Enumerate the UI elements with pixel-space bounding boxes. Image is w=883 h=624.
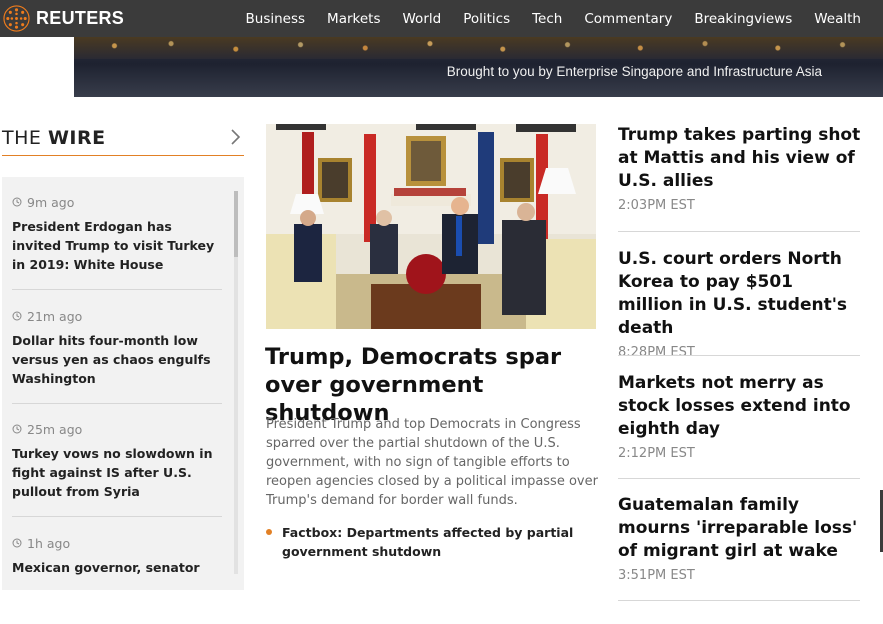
wire-item-time: 25m ago <box>12 420 224 438</box>
wire-item[interactable]: 21m ago Dollar hits four-month low versu… <box>12 307 224 388</box>
clock-icon <box>12 311 22 321</box>
nav-item-tech[interactable]: Tech <box>532 11 562 27</box>
nav-item-markets[interactable]: Markets <box>327 11 380 27</box>
reuters-logo-icon <box>3 5 30 32</box>
story-time: 8:28PM EST <box>618 345 695 360</box>
story-divider <box>618 478 860 479</box>
wire-item-headline[interactable]: Dollar hits four-month low versus yen as… <box>12 331 224 388</box>
wire-divider <box>12 289 222 290</box>
wire-item-time: 21m ago <box>12 307 224 325</box>
story-item[interactable]: Guatemalan family mourns 'irreparable lo… <box>618 494 863 583</box>
story-time: 2:12PM EST <box>618 446 695 461</box>
wire-item[interactable]: 1h ago Mexican governor, senator <box>12 534 224 577</box>
factbox-link[interactable]: Factbox: Departments affected by partial… <box>266 523 596 561</box>
nav-item-politics[interactable]: Politics <box>463 11 510 27</box>
wire-item[interactable]: 9m ago President Erdogan has invited Tru… <box>12 193 224 274</box>
wire-title-prefix: THE <box>2 127 42 149</box>
story-time: 2:03PM EST <box>618 198 695 213</box>
wire-divider <box>12 516 222 517</box>
nav-item-business[interactable]: Business <box>246 11 306 27</box>
wire-header[interactable]: THE WIRE <box>2 124 244 156</box>
story-item[interactable]: Trump takes parting shot at Mattis and h… <box>618 124 863 213</box>
story-time: 3:51PM EST <box>618 568 695 583</box>
nav-item-wealth[interactable]: Wealth <box>814 11 861 27</box>
story-headline[interactable]: U.S. court orders North Korea to pay $50… <box>618 248 863 340</box>
banner-text: Brought to you by Enterprise Singapore a… <box>446 64 822 79</box>
clock-icon <box>12 538 22 548</box>
nav-item-breakingviews[interactable]: Breakingviews <box>694 11 792 27</box>
story-item[interactable]: U.S. court orders North Korea to pay $50… <box>618 248 863 360</box>
story-headline[interactable]: Trump takes parting shot at Mattis and h… <box>618 124 863 193</box>
wire-item-time-text: 21m ago <box>27 308 83 324</box>
hero-image[interactable] <box>266 124 596 329</box>
main-nav: Business Markets World Politics Tech Com… <box>224 0 861 37</box>
wire-scrollbar[interactable] <box>234 191 238 574</box>
top-nav-bar: REUTERS Business Markets World Politics … <box>0 0 883 37</box>
hero-photo <box>266 124 596 329</box>
wire-item-time-text: 1h ago <box>27 535 71 551</box>
clock-icon <box>12 424 22 434</box>
wire-item-time-text: 25m ago <box>27 421 83 437</box>
sponsor-banner[interactable]: Brought to you by Enterprise Singapore a… <box>74 37 883 97</box>
nav-item-world[interactable]: World <box>403 11 442 27</box>
wire-item-headline[interactable]: Turkey vows no slowdown in fight against… <box>12 444 224 501</box>
chevron-right-icon[interactable] <box>228 128 242 146</box>
story-headline[interactable]: Guatemalan family mourns 'irreparable lo… <box>618 494 863 563</box>
wire-item-time-text: 9m ago <box>27 194 75 210</box>
wire-item-time: 9m ago <box>12 193 224 211</box>
wire-item-time: 1h ago <box>12 534 224 552</box>
factbox-text[interactable]: Factbox: Departments affected by partial… <box>282 523 596 561</box>
bullet-icon <box>266 529 272 535</box>
wire-title: THE WIRE <box>2 127 106 149</box>
story-item[interactable]: Markets not merry as stock losses extend… <box>618 372 863 461</box>
reuters-logo[interactable]: REUTERS <box>3 4 124 33</box>
banner-cityscape-image <box>74 37 883 59</box>
wire-divider <box>12 403 222 404</box>
brand-name: REUTERS <box>36 8 125 28</box>
story-divider <box>618 355 860 356</box>
wire-list[interactable]: 9m ago President Erdogan has invited Tru… <box>2 177 244 590</box>
wire-item-headline[interactable]: Mexican governor, senator <box>12 558 224 577</box>
wire-item[interactable]: 25m ago Turkey vows no slowdown in fight… <box>12 420 224 501</box>
wire-item-headline[interactable]: President Erdogan has invited Trump to v… <box>12 217 224 274</box>
wire-title-main: WIRE <box>47 127 106 149</box>
clock-icon <box>12 197 22 207</box>
story-headline[interactable]: Markets not merry as stock losses extend… <box>618 372 863 441</box>
nav-item-commentary[interactable]: Commentary <box>584 11 672 27</box>
story-divider <box>618 600 860 601</box>
hero-summary: President Trump and top Democrats in Con… <box>266 417 598 508</box>
wire-scrollbar-thumb[interactable] <box>234 191 238 257</box>
story-divider <box>618 231 860 232</box>
